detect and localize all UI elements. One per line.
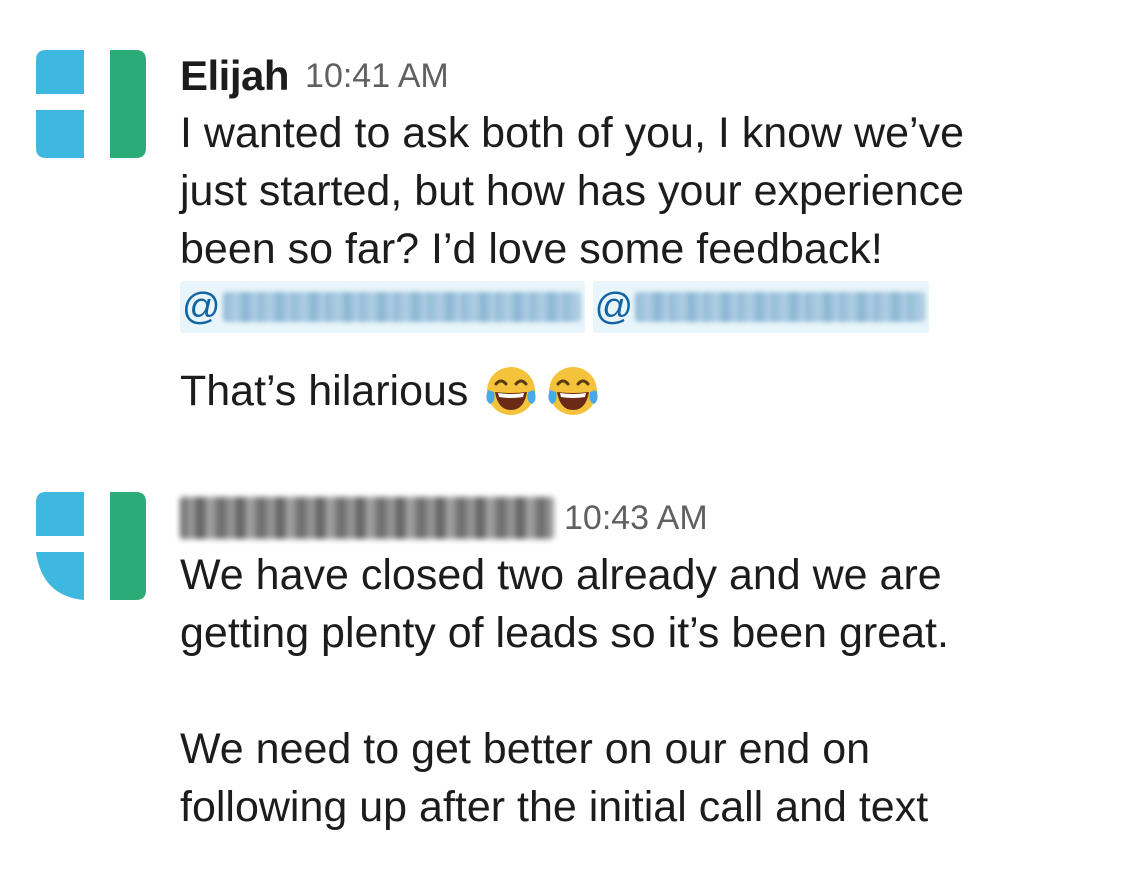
message-text-line: We have closed two already and we are bbox=[180, 551, 942, 599]
tears-of-joy-emoji-icon[interactable] bbox=[482, 362, 540, 420]
author-name[interactable]: Elijah bbox=[180, 52, 290, 100]
message-text-with-emoji: That’s hilarious bbox=[180, 362, 1080, 420]
app-logo-icon bbox=[36, 492, 146, 600]
avatar[interactable] bbox=[36, 50, 146, 158]
message-timestamp[interactable]: 10:41 AM bbox=[305, 57, 449, 96]
message-text-line: following up after the initial call and … bbox=[180, 783, 929, 831]
mentions-row: @ @ bbox=[180, 278, 1080, 336]
message-timestamp[interactable]: 10:43 AM bbox=[564, 499, 708, 538]
message-text-line: just started, but how has your experienc… bbox=[180, 167, 964, 215]
tears-of-joy-emoji-icon[interactable] bbox=[544, 362, 602, 420]
mention-at-symbol: @ bbox=[594, 285, 634, 328]
message-text-line: I wanted to ask both of you, I know we’v… bbox=[180, 109, 964, 157]
mention-at-symbol: @ bbox=[182, 285, 221, 328]
message-text-line: been so far? I’d love some feedback! bbox=[180, 225, 883, 273]
message-content: Elijah 10:41 AM I wanted to ask both of … bbox=[180, 48, 1080, 420]
message-header: Elijah 10:41 AM bbox=[180, 48, 1080, 104]
message-text-line: That’s hilarious bbox=[180, 367, 469, 415]
user-mention[interactable]: @ bbox=[180, 281, 585, 333]
redacted-author-name[interactable] bbox=[180, 497, 554, 539]
paragraph-break bbox=[180, 662, 1080, 720]
message-content: 10:43 AM We have closed two already and … bbox=[180, 490, 1080, 836]
redacted-mention-name bbox=[635, 292, 926, 322]
user-mention[interactable]: @ bbox=[592, 281, 930, 333]
message-header: 10:43 AM bbox=[180, 490, 1080, 546]
message-text-line: getting plenty of leads so it’s been gre… bbox=[180, 609, 949, 657]
message-text-line: We need to get better on our end on bbox=[180, 725, 871, 773]
app-logo-icon bbox=[36, 50, 146, 158]
redacted-mention-name bbox=[222, 292, 581, 322]
avatar[interactable] bbox=[36, 492, 146, 600]
